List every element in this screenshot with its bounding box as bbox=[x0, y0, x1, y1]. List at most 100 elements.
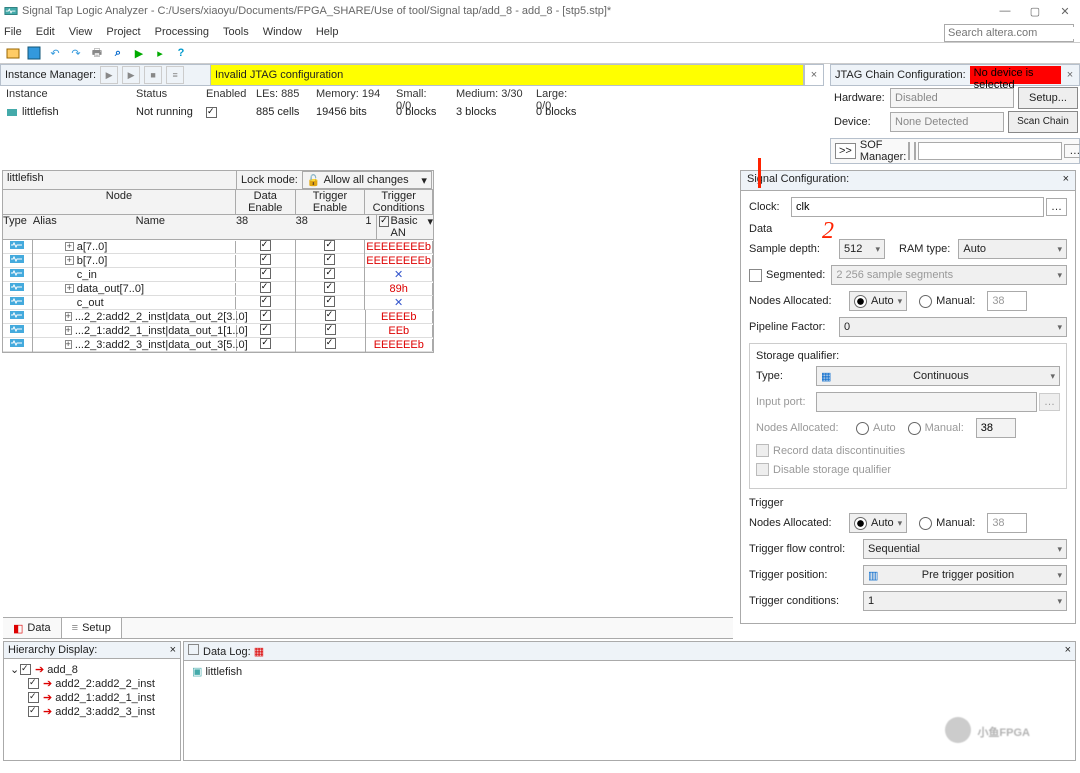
hierarchy-tree[interactable]: ⌄➔add_8 ➔add2_2:add2_2_inst ➔add2_1:add2… bbox=[4, 659, 180, 723]
sigconf-close[interactable]: × bbox=[1063, 173, 1069, 188]
instance-row-name[interactable]: littlefish bbox=[6, 104, 124, 120]
row-de-check[interactable] bbox=[260, 268, 271, 279]
table-row[interactable]: c_out✕ bbox=[3, 296, 433, 310]
tree-c1-check[interactable] bbox=[28, 692, 39, 703]
row-de-check[interactable] bbox=[260, 254, 271, 265]
table-row[interactable]: +...2_1:add2_1_inst|data_out_1[1..0]EEb bbox=[3, 324, 433, 338]
row-de-check[interactable] bbox=[260, 240, 271, 251]
tree-expand-icon[interactable]: ⌄ bbox=[10, 663, 20, 676]
im-btn3[interactable]: ■ bbox=[144, 66, 162, 84]
sof-attach-icon[interactable] bbox=[908, 142, 910, 160]
menu-edit[interactable]: Edit bbox=[36, 26, 55, 38]
hdr-trigger-enable[interactable]: Trigger Enable bbox=[296, 190, 366, 214]
menu-file[interactable]: File bbox=[4, 26, 22, 38]
trig-manual-value[interactable] bbox=[987, 513, 1027, 533]
tree-root-check[interactable] bbox=[20, 664, 31, 675]
flow-select[interactable]: Sequential bbox=[863, 539, 1067, 559]
tool-save-icon[interactable] bbox=[25, 44, 43, 62]
tool-find-icon[interactable]: ⌕ bbox=[109, 44, 127, 62]
hdr-trigger-conditions[interactable]: Trigger Conditions bbox=[365, 190, 433, 214]
row-de-check[interactable] bbox=[260, 296, 271, 307]
table-row[interactable]: +a[7..0]EEEEEEEEb bbox=[3, 240, 433, 254]
expand-icon[interactable]: + bbox=[65, 312, 72, 321]
tool-open-icon[interactable] bbox=[4, 44, 22, 62]
hardware-select[interactable]: Disabled bbox=[890, 88, 1014, 108]
clock-input[interactable] bbox=[791, 197, 1044, 217]
row-te-check[interactable] bbox=[324, 254, 335, 265]
im-btn4[interactable]: ≡ bbox=[166, 66, 184, 84]
row-tc[interactable]: EEEEEEb bbox=[366, 339, 433, 351]
cond-select[interactable]: 1 bbox=[863, 591, 1067, 611]
hdr-alias[interactable]: Alias bbox=[33, 215, 61, 239]
nodes-alloc-manual-value[interactable] bbox=[987, 291, 1027, 311]
expand-icon[interactable]: + bbox=[65, 326, 72, 335]
ram-type-select[interactable]: Auto bbox=[958, 239, 1067, 259]
setup-button[interactable]: Setup... bbox=[1018, 87, 1078, 109]
row-tc[interactable]: EEEEEEEEb bbox=[365, 255, 433, 267]
hdr-type[interactable]: Type bbox=[3, 215, 33, 239]
expand-icon[interactable]: + bbox=[65, 256, 74, 265]
data-log-check[interactable] bbox=[188, 644, 199, 655]
instance-manager-close[interactable]: × bbox=[804, 64, 824, 86]
row-tc[interactable]: EEEEEEEEb bbox=[365, 241, 433, 253]
sof-expand-button[interactable]: >> bbox=[835, 143, 856, 159]
row-de-check[interactable] bbox=[260, 324, 271, 335]
sq-type-select[interactable]: ▦Continuous bbox=[816, 366, 1060, 386]
expand-icon[interactable]: + bbox=[65, 284, 74, 293]
expand-icon[interactable]: + bbox=[65, 340, 72, 349]
sub-de[interactable]: 38 bbox=[236, 215, 296, 239]
nodes-alloc-auto-radio[interactable]: Auto bbox=[849, 291, 907, 311]
tab-setup[interactable]: ≡Setup bbox=[62, 618, 122, 638]
table-row[interactable]: c_in✕ bbox=[3, 268, 433, 282]
hdr-name[interactable]: Name bbox=[61, 215, 236, 239]
menu-window[interactable]: Window bbox=[263, 26, 302, 38]
close-button[interactable]: ✕ bbox=[1050, 0, 1080, 22]
sub-te[interactable]: 38 bbox=[296, 215, 366, 239]
row-tc[interactable]: 89h bbox=[365, 283, 433, 295]
tool-help-icon[interactable]: ? bbox=[172, 44, 190, 62]
trig-auto-radio[interactable]: Auto bbox=[849, 513, 907, 533]
row-de-check[interactable] bbox=[260, 282, 271, 293]
pos-select[interactable]: ▥Pre trigger position bbox=[863, 565, 1067, 585]
row-te-check[interactable] bbox=[325, 310, 336, 321]
search-box[interactable]: ● bbox=[944, 24, 1074, 42]
tree-c2-check[interactable] bbox=[28, 706, 39, 717]
sof-browse-button[interactable]: … bbox=[1064, 144, 1080, 158]
table-row[interactable]: +...2_2:add2_2_inst|data_out_2[3..0]EEEE… bbox=[3, 310, 433, 324]
row-tc[interactable]: ✕ bbox=[365, 268, 433, 281]
jtag-close[interactable]: × bbox=[1061, 69, 1079, 81]
minimize-button[interactable]: — bbox=[990, 0, 1020, 22]
row-tc[interactable]: ✕ bbox=[365, 296, 433, 309]
sub-tc-check[interactable] bbox=[379, 216, 388, 227]
device-select[interactable]: None Detected bbox=[890, 112, 1004, 132]
segmented-checkbox[interactable] bbox=[749, 269, 766, 282]
hdr-data-enable[interactable]: Data Enable bbox=[236, 190, 296, 214]
expand-icon[interactable]: + bbox=[65, 242, 74, 251]
row-tc[interactable]: EEb bbox=[366, 325, 433, 337]
search-input[interactable] bbox=[948, 27, 1080, 39]
row-de-check[interactable] bbox=[260, 338, 271, 349]
menu-help[interactable]: Help bbox=[316, 26, 339, 38]
maximize-button[interactable]: ▢ bbox=[1020, 0, 1050, 22]
tool-redo-icon[interactable]: ↷ bbox=[67, 44, 85, 62]
scan-chain-button[interactable]: Scan Chain bbox=[1008, 111, 1078, 133]
row-te-check[interactable] bbox=[324, 282, 335, 293]
pipeline-select[interactable]: 0 bbox=[839, 317, 1067, 337]
row-te-check[interactable] bbox=[325, 338, 336, 349]
lock-mode-select[interactable]: 🔓Allow all changes▾ bbox=[302, 171, 432, 189]
sof-path-input[interactable] bbox=[918, 142, 1062, 160]
row-de-check[interactable] bbox=[260, 310, 271, 321]
table-row[interactable]: +b[7..0]EEEEEEEEb bbox=[3, 254, 433, 268]
sample-depth-select[interactable]: 512 bbox=[839, 239, 885, 259]
sof-program-icon[interactable] bbox=[914, 142, 916, 160]
tool-run-icon[interactable]: ▶ bbox=[130, 44, 148, 62]
data-log-close[interactable]: × bbox=[1065, 644, 1071, 658]
menu-view[interactable]: View bbox=[69, 26, 93, 38]
tool-undo-icon[interactable]: ↶ bbox=[46, 44, 64, 62]
table-row[interactable]: +data_out[7..0]89h bbox=[3, 282, 433, 296]
menu-processing[interactable]: Processing bbox=[155, 26, 209, 38]
table-row[interactable]: +...2_3:add2_3_inst|data_out_3[5..0]EEEE… bbox=[3, 338, 433, 352]
tool-print-icon[interactable]: 🖶 bbox=[88, 44, 106, 62]
im-btn2[interactable]: ▶ bbox=[122, 66, 140, 84]
clock-browse-button[interactable]: … bbox=[1046, 198, 1067, 216]
